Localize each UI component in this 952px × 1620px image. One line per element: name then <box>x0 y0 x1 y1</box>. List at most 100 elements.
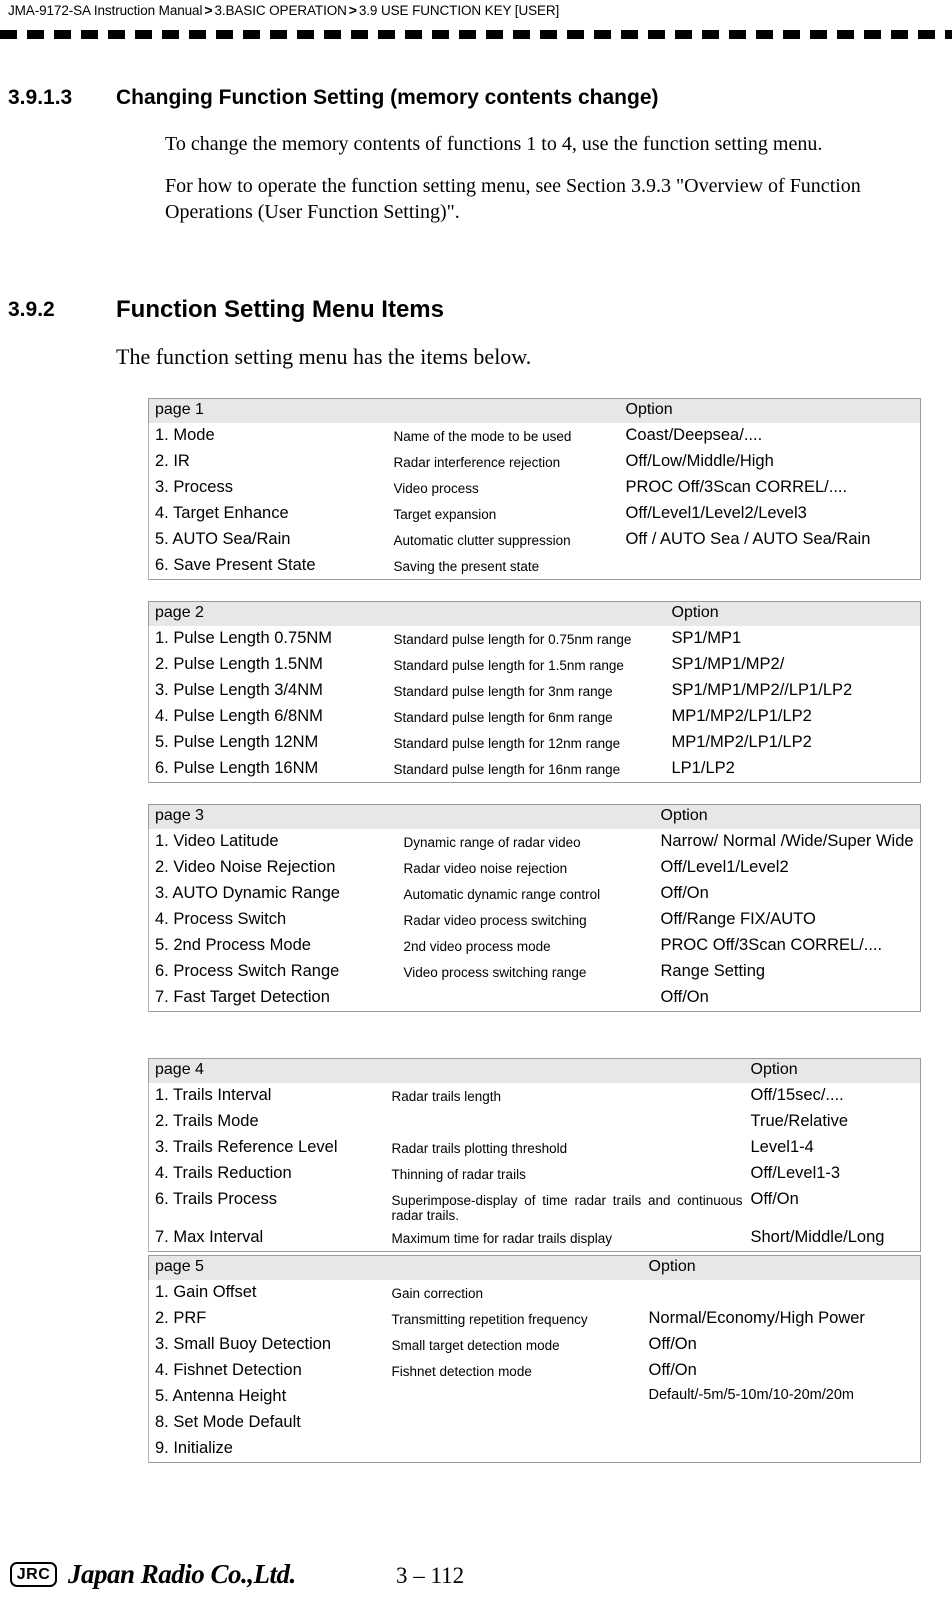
table-row: 6. Pulse Length 16NM Standard pulse lengt… <box>148 756 921 782</box>
cell-option: Coast/Deepsea/.... <box>624 423 921 449</box>
menu-item-label: 2. PRF <box>155 1309 207 1327</box>
cell-option: Normal/Economy/High Power <box>647 1306 921 1332</box>
description-text: Radar video process switching <box>403 913 587 928</box>
menu-item-label: 1. Gain Offset <box>155 1283 257 1301</box>
cell-option: Off/Range FIX/AUTO <box>659 907 921 933</box>
description-text <box>404 985 659 993</box>
menu-item-label: 5. Pulse Length 12NM <box>155 733 319 751</box>
menu-item-label: 3. Trails Reference Level <box>155 1138 338 1156</box>
cell-option: Off/Low/Middle/High <box>624 449 921 475</box>
jrc-logo-badge: JRC <box>10 1562 57 1587</box>
table-row: 1. Video Latitude Dynamic range of radar … <box>148 829 921 855</box>
cell-menu-item: 3. Trails Reference Level <box>148 1135 392 1161</box>
cell-description: Radar interference rejection <box>394 449 624 475</box>
cell-option: Off / AUTO Sea / AUTO Sea/Rain <box>624 527 921 553</box>
table-row: 3. Trails Reference Level Radar trails pl… <box>148 1135 921 1161</box>
heading-number: 3.9.1.3 <box>8 86 73 109</box>
table-header-cell-option: Option <box>646 1255 921 1280</box>
cell-menu-item: 1. Pulse Length 0.75NM <box>148 626 394 652</box>
cell-option: True/Relative <box>749 1109 921 1135</box>
cell-menu-item: 4. Fishnet Detection <box>148 1358 392 1384</box>
menu-item-label: 4. Fishnet Detection <box>155 1361 302 1379</box>
table-row: 4. Fishnet Detection Fishnet detection mo… <box>148 1358 921 1384</box>
option-text: Narrow/ Normal /Wide/Super Wide <box>660 832 914 850</box>
description-text: Standard pulse length for 0.75nm range <box>393 632 632 647</box>
paragraph-memory-contents: To change the memory contents of functio… <box>165 133 823 155</box>
cell-menu-item: 4. Trails Reduction <box>148 1161 392 1187</box>
table-header-page-label: page 4 <box>155 1061 204 1078</box>
cell-description: Saving the present state <box>394 553 624 579</box>
table-row: 4. Target Enhance Target expansion Off/Lev… <box>148 501 921 527</box>
menu-item-label: 3. Pulse Length 3/4NM <box>155 681 323 699</box>
table-header-option-label: Option <box>625 401 673 418</box>
table-row: 4. Process Switch Radar video process swi… <box>148 907 921 933</box>
option-text: Default/-5m/5-10m/10-20m/20m <box>648 1387 855 1403</box>
menu-item-label: 7. Max Interval <box>155 1228 264 1246</box>
cell-menu-item: 1. Mode <box>148 423 394 449</box>
cell-menu-item: 7. Max Interval <box>148 1225 392 1251</box>
option-text <box>647 1436 921 1442</box>
table-row: 6. Trails Process Superimpose-display of … <box>148 1187 921 1225</box>
table-row: 5. Pulse Length 12NM Standard pulse lengt… <box>148 730 921 756</box>
table-header-page-label: page 2 <box>155 604 204 621</box>
table-header-row: page 2 Option <box>148 601 921 626</box>
cell-menu-item: 5. Antenna Height <box>148 1384 392 1410</box>
description-text: 2nd video process mode <box>403 939 551 954</box>
option-text <box>624 553 921 559</box>
cell-option <box>647 1436 921 1462</box>
table-header-row: page 3 Option <box>148 804 921 829</box>
table-row: 2. PRF Transmitting repetition frequency N… <box>148 1306 921 1332</box>
table-row: 3. Pulse Length 3/4NM Standard pulse leng… <box>148 678 921 704</box>
option-text: Off/On <box>648 1335 697 1353</box>
cell-menu-item: 6. Trails Process <box>148 1187 392 1225</box>
option-text: SP1/MP1/MP2//LP1/LP2 <box>671 681 853 699</box>
cell-description: Automatic dynamic range control <box>404 881 659 907</box>
cell-menu-item: 4. Target Enhance <box>148 501 394 527</box>
cell-menu-item: 2. PRF <box>148 1306 392 1332</box>
table-header-row: page 5 Option <box>148 1255 921 1280</box>
cell-description: Name of the mode to be used <box>394 423 624 449</box>
menu-item-label: 2. Pulse Length 1.5NM <box>155 655 323 673</box>
description-text: Radar interference rejection <box>393 455 561 470</box>
table-row: 1. Pulse Length 0.75NM Standard pulse len… <box>148 626 921 652</box>
table-row: 7. Max Interval Maximum time for radar tr… <box>148 1225 921 1251</box>
cell-option <box>624 553 921 579</box>
description-text: Automatic clutter suppression <box>393 533 571 548</box>
menu-item-label: 6. Save Present State <box>155 556 316 574</box>
table-row: 6. Process Switch Range Video process swi… <box>148 959 921 985</box>
cell-description: Video process <box>394 475 624 501</box>
cell-menu-item: 1. Trails Interval <box>148 1083 392 1109</box>
table-row: 2. Trails Mode True/Relative <box>148 1109 921 1135</box>
page-number: 3 – 112 <box>396 1563 465 1588</box>
option-text: LP1/LP2 <box>671 759 735 777</box>
description-text: Small target detection mode <box>391 1338 560 1353</box>
description-text <box>392 1384 647 1392</box>
cell-description: Target expansion <box>394 501 624 527</box>
cell-option: Off/Level1-3 <box>749 1161 921 1187</box>
menu-item-label: 4. Pulse Length 6/8NM <box>155 707 323 725</box>
cell-menu-item: 3. Small Buoy Detection <box>148 1332 392 1358</box>
description-text: Maximum time for radar trails display <box>391 1231 613 1246</box>
cell-menu-item: 5. AUTO Sea/Rain <box>148 527 394 553</box>
page-header: JMA-9172-SA Instruction Manual >3.BASIC O… <box>0 0 952 46</box>
description-text: Video process switching range <box>403 965 587 980</box>
table-row: 2. IR Radar interference rejection Off/Low… <box>148 449 921 475</box>
cell-option: MP1/MP2/LP1/LP2 <box>670 704 921 730</box>
heading-3-9-2: 3.9.2 Function Setting Menu Items <box>8 296 948 324</box>
table-row: 5. AUTO Sea/Rain Automatic clutter suppre… <box>148 527 921 553</box>
cell-menu-item: 6. Process Switch Range <box>148 959 404 985</box>
description-text: Standard pulse length for 16nm range <box>393 762 621 777</box>
cell-description: Standard pulse length for 1.5nm range <box>394 652 670 678</box>
menu-item-label: 2. Video Noise Rejection <box>155 858 336 876</box>
cell-option: SP1/MP1/MP2//LP1/LP2 <box>670 678 921 704</box>
table-row: 3. Small Buoy Detection Small target dete… <box>148 1332 921 1358</box>
menu-item-label: 1. Pulse Length 0.75NM <box>155 629 333 647</box>
header-dashed-rule <box>0 30 952 39</box>
option-text: Off/On <box>750 1190 799 1208</box>
cell-option: SP1/MP1/MP2/ <box>670 652 921 678</box>
cell-menu-item: 6. Save Present State <box>148 553 394 579</box>
cell-description: Gain correction <box>392 1280 647 1306</box>
table-row: 5. 2nd Process Mode 2nd video process mod… <box>148 933 921 959</box>
description-text: Radar video noise rejection <box>403 861 568 876</box>
cell-description: 2nd video process mode <box>404 933 659 959</box>
